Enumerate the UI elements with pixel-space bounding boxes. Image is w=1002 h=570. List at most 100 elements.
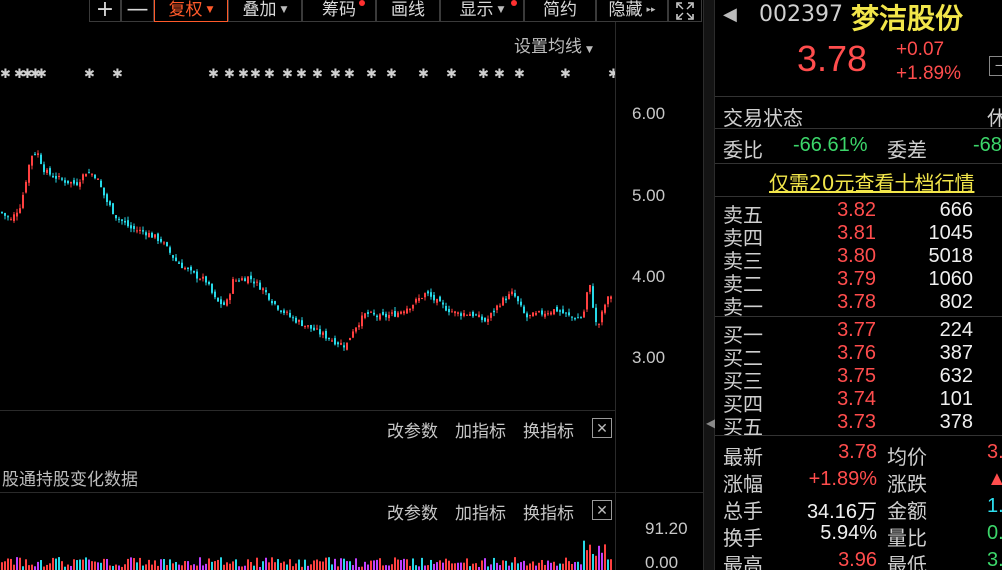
trading-status-label: 交易状态 <box>723 106 803 130</box>
volume-bar <box>556 565 558 570</box>
ma-setting-dropdown[interactable]: 设置均线 ▼ <box>514 32 593 57</box>
candle-body <box>52 175 54 178</box>
volume-bar <box>589 544 591 570</box>
candle-body <box>79 182 81 187</box>
close-icon[interactable]: ✕ <box>592 418 612 438</box>
change-params-link[interactable]: 改参数 <box>387 499 438 524</box>
event-marker-icon: ✱ <box>84 67 95 82</box>
candle-body <box>481 316 483 320</box>
divider <box>715 96 1002 97</box>
volume-bar <box>151 564 153 570</box>
panel-divider[interactable]: ◀ <box>703 0 715 570</box>
add-indicator-link[interactable]: 加指标 <box>455 417 506 442</box>
volume-bar <box>97 562 99 570</box>
candle-body <box>436 299 438 303</box>
volume-bar <box>331 564 333 570</box>
chip-label: 筹码 <box>322 0 356 20</box>
candle-body <box>94 174 96 179</box>
stat-label: 均价 <box>887 445 927 469</box>
display-dropdown[interactable]: 显示 ▼ <box>440 0 524 22</box>
volume-bar <box>127 558 129 570</box>
candle-body <box>76 182 78 186</box>
stat-value: 3. <box>987 549 1002 570</box>
add-indicator-link[interactable]: 加指标 <box>455 499 506 524</box>
expand-button[interactable] <box>668 0 702 22</box>
kline-chart-area[interactable]: 设置均线 ▼ 6.00 5.00 4.00 3.00 ✱ ✱ ✱ ✱ ✱ ✱ ✱ ✱ ✱ ✱ ✱ ✱ ✱ ✱… <box>0 22 703 570</box>
event-marker-icon: ✱ <box>514 67 525 82</box>
volume-bar <box>505 560 507 570</box>
chevron-down-icon: ▼ <box>586 45 593 55</box>
volume-bar <box>340 558 342 570</box>
candle-body <box>289 312 291 317</box>
bid-volume: 378 <box>939 411 973 433</box>
candle-body <box>478 314 480 318</box>
candle-body <box>7 216 9 218</box>
volume-bar <box>10 558 12 570</box>
volume-bar <box>373 560 375 570</box>
candle-body <box>31 155 33 166</box>
candle-body <box>439 296 441 302</box>
minus-icon[interactable]: − <box>989 56 1002 76</box>
volume-bars <box>1 540 612 570</box>
event-marker-icon: ✱ <box>366 67 377 82</box>
volume-bar <box>70 565 72 570</box>
switch-indicator-link[interactable]: 换指标 <box>523 499 574 524</box>
volume-bar <box>409 565 411 570</box>
event-marker-icon: ✱ <box>0 67 11 82</box>
zoom-out-button[interactable]: — <box>121 0 154 22</box>
candle-body <box>553 309 555 315</box>
stat-value: 5.94% <box>820 522 877 544</box>
candle-body <box>67 180 69 184</box>
collapse-arrow-icon[interactable]: ◀ <box>706 416 715 430</box>
volume-bar <box>484 558 486 570</box>
volume-bar <box>46 564 48 570</box>
draw-line-button[interactable]: 画线 <box>376 0 440 22</box>
volume-bar <box>343 558 345 570</box>
candle-body <box>595 307 597 323</box>
candle-body <box>184 267 186 270</box>
candle-body <box>508 294 510 300</box>
candle-body <box>598 323 600 325</box>
close-icon[interactable]: ✕ <box>592 500 612 520</box>
candle-body <box>580 317 582 319</box>
brief-mode-button[interactable]: 简约 <box>524 0 596 22</box>
stat-label: 量比 <box>887 526 927 550</box>
volume-bar <box>577 561 579 570</box>
level2-promo-link[interactable]: 仅需20元查看十档行情 <box>769 167 974 196</box>
candle-body <box>349 337 351 341</box>
candle-body <box>100 180 102 188</box>
volume-bar <box>487 566 489 570</box>
volume-bar <box>493 557 495 570</box>
volume-bar <box>142 565 144 570</box>
overlay-dropdown[interactable]: 叠加 ▼ <box>228 0 302 22</box>
volume-bar <box>583 540 585 570</box>
candle-body <box>220 299 222 305</box>
candle-body <box>13 214 15 221</box>
ask-price: 3.79 <box>837 268 876 290</box>
switch-indicator-link[interactable]: 换指标 <box>523 417 574 442</box>
hide-button[interactable]: 隐藏 ▸▸ <box>596 0 668 22</box>
back-arrow-icon[interactable]: ◀ <box>723 4 737 25</box>
candle-body <box>472 311 474 317</box>
volume-bar <box>175 561 177 570</box>
chip-button[interactable]: 筹码 <box>302 0 376 22</box>
candle-body <box>139 229 141 231</box>
candle-body <box>310 324 312 329</box>
zoom-in-button[interactable]: + <box>89 0 121 22</box>
candle-body <box>469 314 471 316</box>
candle-body <box>397 312 399 317</box>
candle-body <box>430 292 432 297</box>
event-marker-icon: ✱ <box>250 67 261 82</box>
fuquan-dropdown[interactable]: 复权 ▼ <box>154 0 228 22</box>
stat-label: 涨幅 <box>723 472 763 496</box>
candle-body <box>256 281 258 283</box>
event-marker-icon: ✱ <box>478 67 489 82</box>
change-params-link[interactable]: 改参数 <box>387 417 438 442</box>
candle-body <box>601 311 603 323</box>
stat-value: 3. <box>987 441 1002 463</box>
current-price: 3.78 <box>797 38 868 79</box>
volume-bar <box>550 562 552 570</box>
candle-body <box>292 317 294 319</box>
candle-body <box>442 302 444 305</box>
candle-body <box>352 331 354 338</box>
